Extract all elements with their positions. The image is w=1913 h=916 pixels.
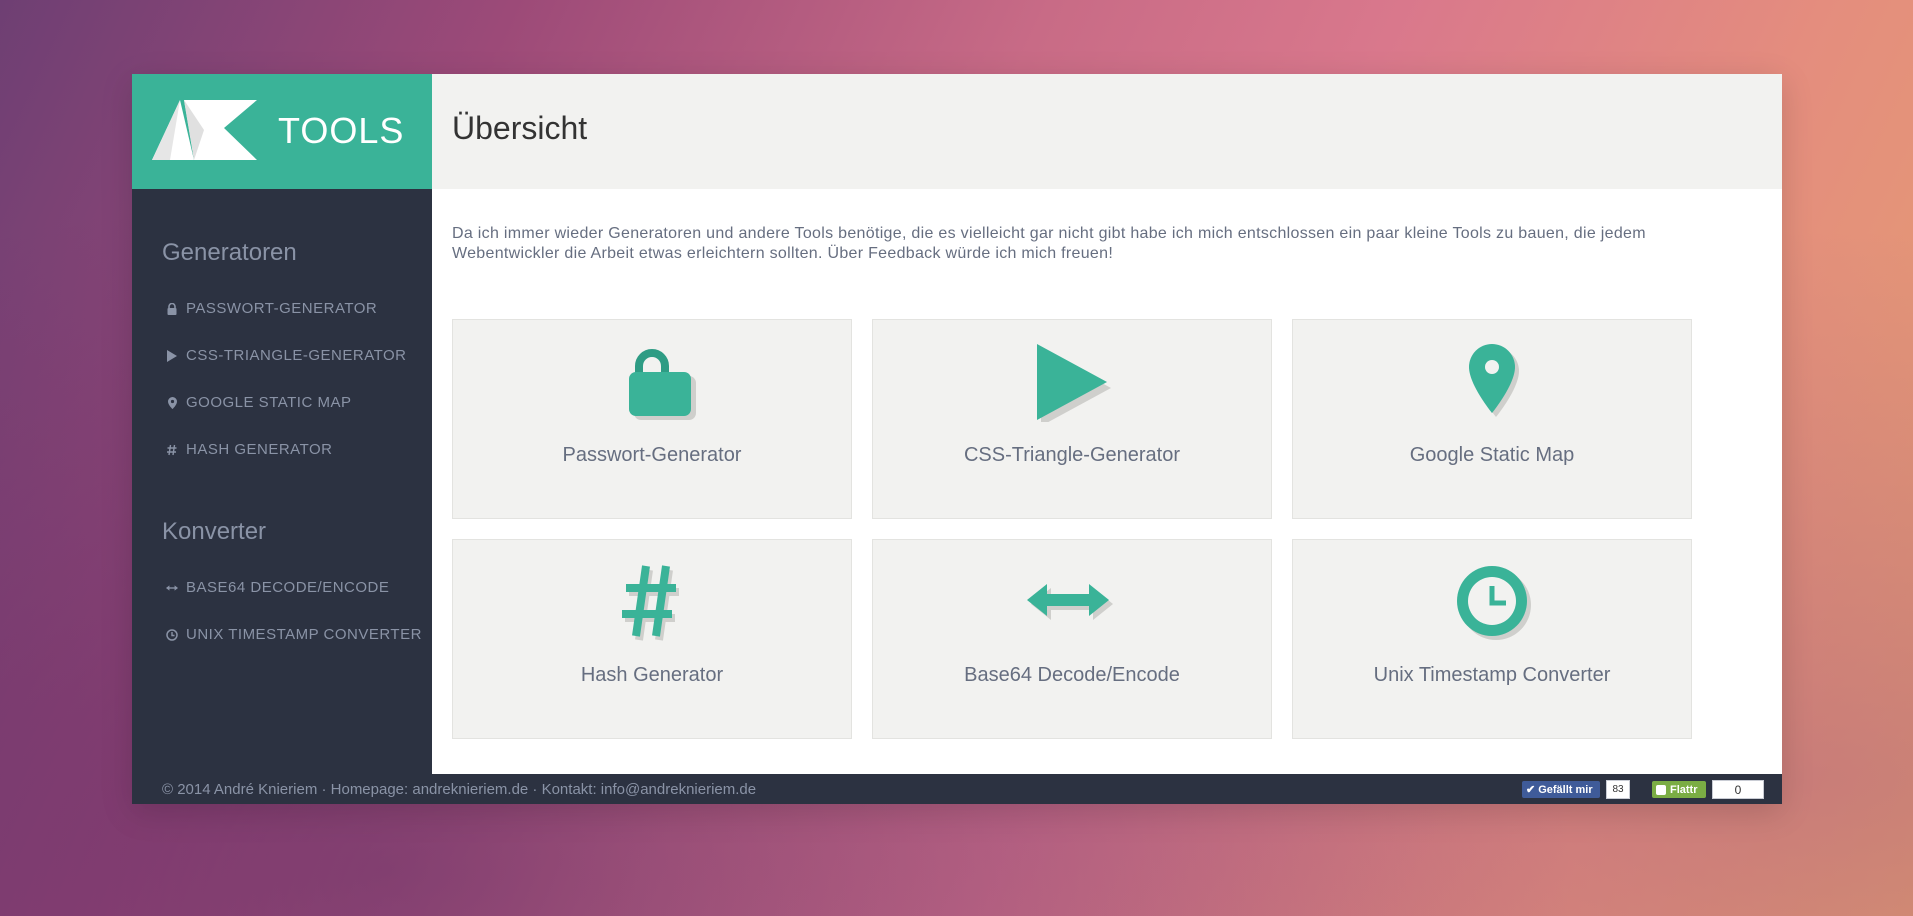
like-count: 83 — [1606, 780, 1630, 799]
tile-label: Unix Timestamp Converter — [1373, 664, 1611, 686]
arrows-horizontal-icon — [166, 581, 178, 595]
section-title-converters: Konverter — [162, 518, 267, 545]
tile-hash-generator[interactable]: Hash Generator — [452, 539, 852, 739]
tile-base64[interactable]: Base64 Decode/Encode — [872, 539, 1272, 739]
main-header: Übersicht — [432, 74, 1782, 189]
main-content: Übersicht Da ich immer wieder Generatore… — [432, 74, 1782, 774]
logo-mark-icon — [152, 100, 257, 160]
tile-label: Base64 Decode/Encode — [964, 664, 1180, 686]
tile-css-triangle-generator[interactable]: CSS-Triangle-Generator — [872, 319, 1272, 519]
map-marker-icon — [166, 396, 178, 410]
hash-icon — [622, 565, 679, 641]
section-title-generators: Generatoren — [162, 239, 297, 266]
clock-icon — [166, 628, 178, 642]
sidebar-item-label: BASE64 DECODE/ENCODE — [186, 579, 390, 596]
tile-label: Hash Generator — [580, 664, 724, 686]
sidebar: TOOLS Generatoren PASSWORT-GENERATOR CSS… — [132, 74, 432, 774]
footer: © 2014 André Knieriem · Homepage: andrek… — [132, 774, 1782, 804]
footer-text: © 2014 André Knieriem · Homepage: andrek… — [162, 780, 757, 798]
sidebar-item-hash-generator[interactable]: HASH GENERATOR — [132, 426, 432, 473]
sidebar-item-base64[interactable]: BASE64 DECODE/ENCODE — [132, 564, 432, 611]
flattr-label: Flattr — [1670, 783, 1698, 796]
sidebar-item-label: PASSWORT-GENERATOR — [186, 300, 378, 317]
logo[interactable]: TOOLS — [132, 74, 432, 189]
arrows-horizontal-icon — [1027, 584, 1113, 620]
sidebar-item-google-static-map[interactable]: GOOGLE STATIC MAP — [132, 379, 432, 426]
sidebar-item-label: GOOGLE STATIC MAP — [186, 394, 352, 411]
hash-icon — [166, 443, 178, 457]
intro-text: Da ich immer wieder Generatoren und ande… — [452, 225, 1646, 262]
tile-label: Google Static Map — [1409, 444, 1575, 466]
tile-passwort-generator[interactable]: Passwort-Generator — [452, 319, 852, 519]
sidebar-item-passwort-generator[interactable]: PASSWORT-GENERATOR — [132, 285, 432, 332]
page-title: Übersicht — [452, 110, 588, 146]
facebook-like-button[interactable]: ✔ Gefällt mir — [1522, 781, 1600, 798]
tile-unix-timestamp[interactable]: Unix Timestamp Converter — [1292, 539, 1692, 739]
tile-label: CSS-Triangle-Generator — [963, 444, 1180, 466]
play-icon — [1037, 344, 1111, 422]
tile-label: Passwort-Generator — [562, 444, 742, 466]
sidebar-item-unix-timestamp[interactable]: UNIX TIMESTAMP CONVERTER — [132, 611, 432, 658]
flattr-count: 0 — [1712, 780, 1764, 799]
sidebar-item-css-triangle-generator[interactable]: CSS-TRIANGLE-GENERATOR — [132, 332, 432, 379]
converters-nav: BASE64 DECODE/ENCODE UNIX TIMESTAMP CONV… — [132, 564, 432, 658]
play-icon — [166, 349, 178, 363]
like-label: Gefällt mir — [1538, 783, 1593, 796]
sidebar-item-label: UNIX TIMESTAMP CONVERTER — [186, 626, 422, 643]
sidebar-item-label: HASH GENERATOR — [186, 441, 333, 458]
flattr-button[interactable]: Flattr — [1652, 781, 1706, 798]
lock-icon — [166, 302, 178, 316]
logo-text: TOOLS — [278, 110, 405, 151]
generators-nav: PASSWORT-GENERATOR CSS-TRIANGLE-GENERATO… — [132, 285, 432, 473]
app-window: TOOLS Generatoren PASSWORT-GENERATOR CSS… — [132, 74, 1782, 804]
flattr-icon — [1656, 784, 1666, 795]
lock-icon — [629, 349, 696, 420]
map-marker-icon — [1469, 344, 1519, 417]
clock-icon — [1457, 566, 1531, 640]
check-icon: ✔ — [1526, 784, 1536, 796]
sidebar-item-label: CSS-TRIANGLE-GENERATOR — [186, 347, 407, 364]
tile-google-static-map[interactable]: Google Static Map — [1292, 319, 1692, 519]
